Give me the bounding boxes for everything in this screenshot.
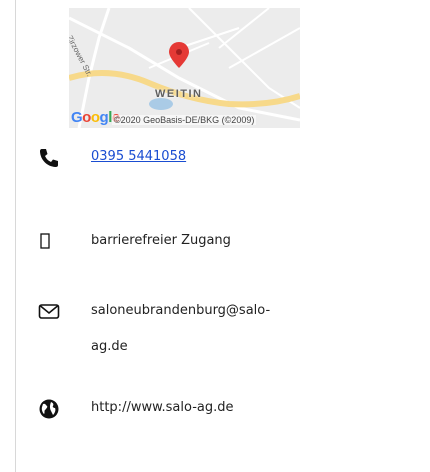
town-label: WEITIN xyxy=(155,88,203,100)
map-view[interactable]: Zirzower Str. WEITIN Google ©2020 GeoBas… xyxy=(69,8,300,128)
email-text[interactable]: saloneubrandenburg@salo- ag.de xyxy=(91,297,321,361)
mail-icon xyxy=(38,301,60,323)
phone-link[interactable]: 0395 5441058 xyxy=(91,143,321,171)
website-text[interactable]: http://www.salo-ag.de xyxy=(91,394,321,422)
email-line-2: ag.de xyxy=(91,339,128,354)
accessibility-text: barrierefreier Zugang xyxy=(91,233,231,248)
phone-icon xyxy=(38,147,60,169)
globe-icon xyxy=(38,398,60,420)
email-line-1: saloneubrandenburg@salo- xyxy=(91,303,271,318)
accessibility-icon xyxy=(38,231,60,253)
left-border xyxy=(15,0,16,472)
map-copyright: ©2020 GeoBasis-DE/BKG (©2009) xyxy=(112,115,257,125)
